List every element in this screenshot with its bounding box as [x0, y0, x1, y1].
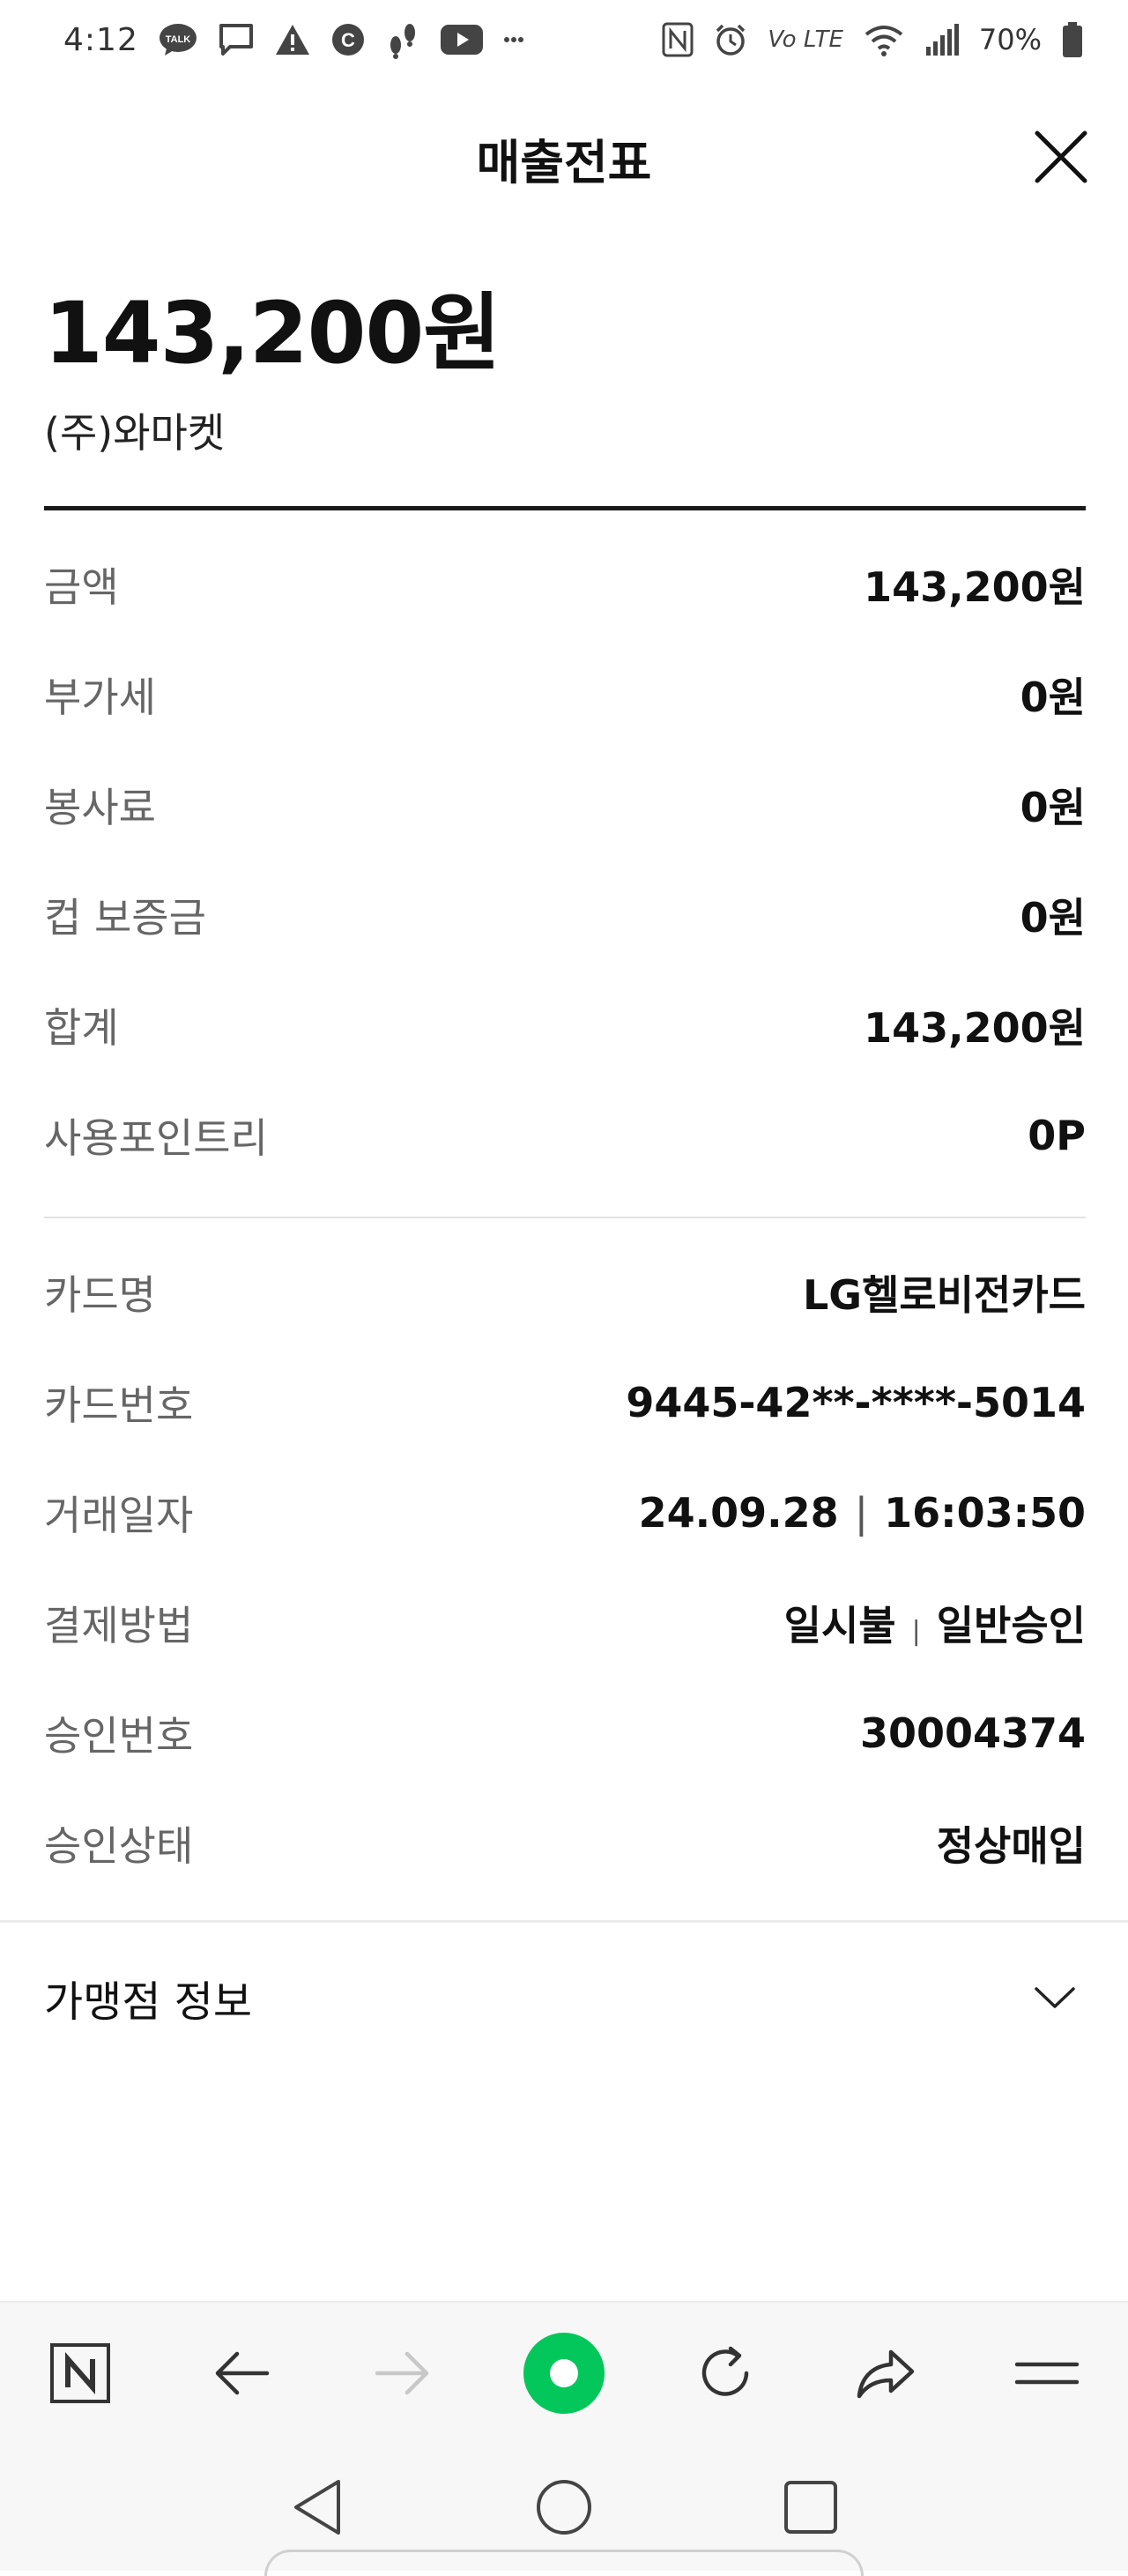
card-details: 카드명 LG헬로비전카드 카드번호 9445-42**-****-5014 거래…: [44, 1237, 1086, 1898]
detail-row-cup-deposit: 컵 보증금 0원: [44, 860, 1086, 970]
back-button[interactable]: [193, 2325, 290, 2422]
system-nav-bar: [0, 2444, 1128, 2576]
approval-number-value: 30004374: [859, 1709, 1086, 1757]
wifi-icon: [863, 22, 905, 57]
share-button[interactable]: [838, 2325, 935, 2422]
detail-value: 0원: [1020, 893, 1086, 942]
detail-row-amount: 금액 143,200원: [44, 529, 1086, 639]
status-bar-left: 4:12 TALK C: [63, 20, 524, 59]
nav-recents-button[interactable]: [767, 2463, 855, 2551]
c-icon: C: [330, 22, 366, 57]
detail-label: 컵 보증금: [44, 893, 206, 942]
approval-status-value: 정상매입: [936, 1821, 1086, 1870]
card-row-number: 카드번호 9445-42**-****-5014: [44, 1347, 1086, 1457]
more-icon: [503, 35, 524, 44]
signal-icon: [924, 22, 960, 57]
transaction-date: 24.09.28: [638, 1488, 839, 1537]
merchant-info-label: 가맹점 정보: [44, 1977, 253, 2027]
status-bar: 4:12 TALK C Vo LTE 70%: [0, 0, 1128, 79]
detail-value: 0원: [1020, 783, 1086, 831]
talk-icon: TALK: [158, 22, 198, 57]
detail-label: 사용포인트리: [44, 1113, 268, 1162]
card-row-payment-method: 결제방법 일시불 | 일반승인: [44, 1567, 1086, 1678]
back-arrow-icon: [216, 2351, 270, 2395]
card-row-approval-status: 승인상태 정상매입: [44, 1788, 1086, 1898]
merchant-name: (주)와마켓: [44, 409, 226, 457]
battery-icon: [1061, 21, 1084, 58]
detail-row-vat: 부가세 0원: [44, 639, 1086, 749]
detail-value: 0원: [1020, 673, 1086, 721]
status-time: 4:12: [63, 21, 138, 58]
approval-status-label: 승인상태: [44, 1821, 194, 1870]
detail-value: 143,200원: [864, 562, 1086, 611]
nav-home-button[interactable]: [520, 2463, 608, 2551]
refresh-icon: [701, 2346, 749, 2396]
divider-thin: [44, 1217, 1086, 1218]
card-row-approval-number: 승인번호 30004374: [44, 1678, 1086, 1788]
detail-row-service-fee: 봉사료 0원: [44, 749, 1086, 860]
status-bar-right: Vo LTE 70%: [662, 21, 1084, 58]
card-row-date: 거래일자 24.09.28 | 16:03:50: [44, 1457, 1086, 1567]
home-indicator: [264, 2550, 864, 2576]
separator: |: [911, 1615, 921, 1647]
green-dot-icon: [523, 2333, 605, 2414]
close-icon: [1035, 130, 1087, 183]
detail-label: 합계: [44, 1003, 119, 1052]
card-row-name: 카드명 LG헬로비전카드: [44, 1237, 1086, 1347]
divider-thick: [44, 506, 1086, 510]
share-icon: [857, 2349, 914, 2399]
svg-text:TALK: TALK: [166, 34, 191, 45]
svg-text:C: C: [341, 29, 355, 51]
transaction-time: 16:03:50: [884, 1488, 1086, 1537]
page-title: 매출전표: [476, 135, 652, 190]
lte-label: Vo LTE: [768, 26, 843, 53]
separator: |: [854, 1488, 869, 1537]
warning-icon: [274, 22, 311, 57]
footsteps-icon: [385, 20, 420, 59]
message-icon: [218, 22, 255, 57]
green-dot-button[interactable]: [516, 2325, 612, 2422]
title-bar: 매출전표: [0, 97, 1128, 212]
card-number-value: 9445-42**-****-5014: [626, 1378, 1086, 1426]
detail-label: 봉사료: [44, 783, 156, 831]
nav-back-button[interactable]: [273, 2463, 361, 2551]
alarm-icon: [713, 22, 748, 57]
forward-button[interactable]: [354, 2325, 451, 2422]
amount-details: 금액 143,200원 부가세 0원 봉사료 0원 컵 보증금 0원 합계 14…: [44, 529, 1086, 1190]
approval-type: 일반승인: [936, 1601, 1086, 1649]
back-triangle-icon: [294, 2480, 340, 2535]
youtube-icon: [440, 24, 484, 56]
detail-row-points: 사용포인트리 0P: [44, 1080, 1086, 1190]
total-amount: 143,200원: [44, 284, 501, 383]
detail-value: 143,200원: [864, 1003, 1086, 1052]
close-button[interactable]: [1029, 125, 1093, 189]
card-name-label: 카드명: [44, 1270, 156, 1319]
forward-arrow-icon: [375, 2351, 429, 2395]
battery-percent: 70%: [978, 23, 1042, 56]
detail-label: 금액: [44, 562, 119, 611]
payment-method-value: 일시불 | 일반승인: [784, 1594, 1086, 1652]
chevron-down-icon: [1035, 1987, 1075, 2008]
merchant-info-toggle[interactable]: 가맹점 정보: [0, 1923, 1128, 2073]
detail-row-total: 합계 143,200원: [44, 970, 1086, 1080]
detail-value: 0P: [1028, 1111, 1086, 1159]
menu-button[interactable]: [998, 2325, 1095, 2422]
transaction-date-label: 거래일자: [44, 1491, 194, 1539]
card-number-label: 카드번호: [44, 1381, 194, 1429]
approval-number-label: 승인번호: [44, 1711, 194, 1760]
transaction-datetime: 24.09.28 | 16:03:50: [639, 1489, 1086, 1537]
naver-n-icon: [50, 2343, 111, 2403]
payment-method-label: 결제방법: [44, 1601, 194, 1649]
menu-icon: [1015, 2362, 1080, 2385]
card-name-value: LG헬로비전카드: [803, 1270, 1086, 1319]
payment-type: 일시불: [783, 1601, 896, 1649]
detail-label: 부가세: [44, 673, 156, 721]
home-circle-icon: [537, 2480, 591, 2535]
nfc-icon: [662, 22, 694, 57]
refresh-button[interactable]: [677, 2325, 774, 2422]
browser-toolbar: [0, 2301, 1128, 2444]
recents-square-icon: [784, 2481, 837, 2534]
naver-home-button[interactable]: [32, 2325, 129, 2422]
